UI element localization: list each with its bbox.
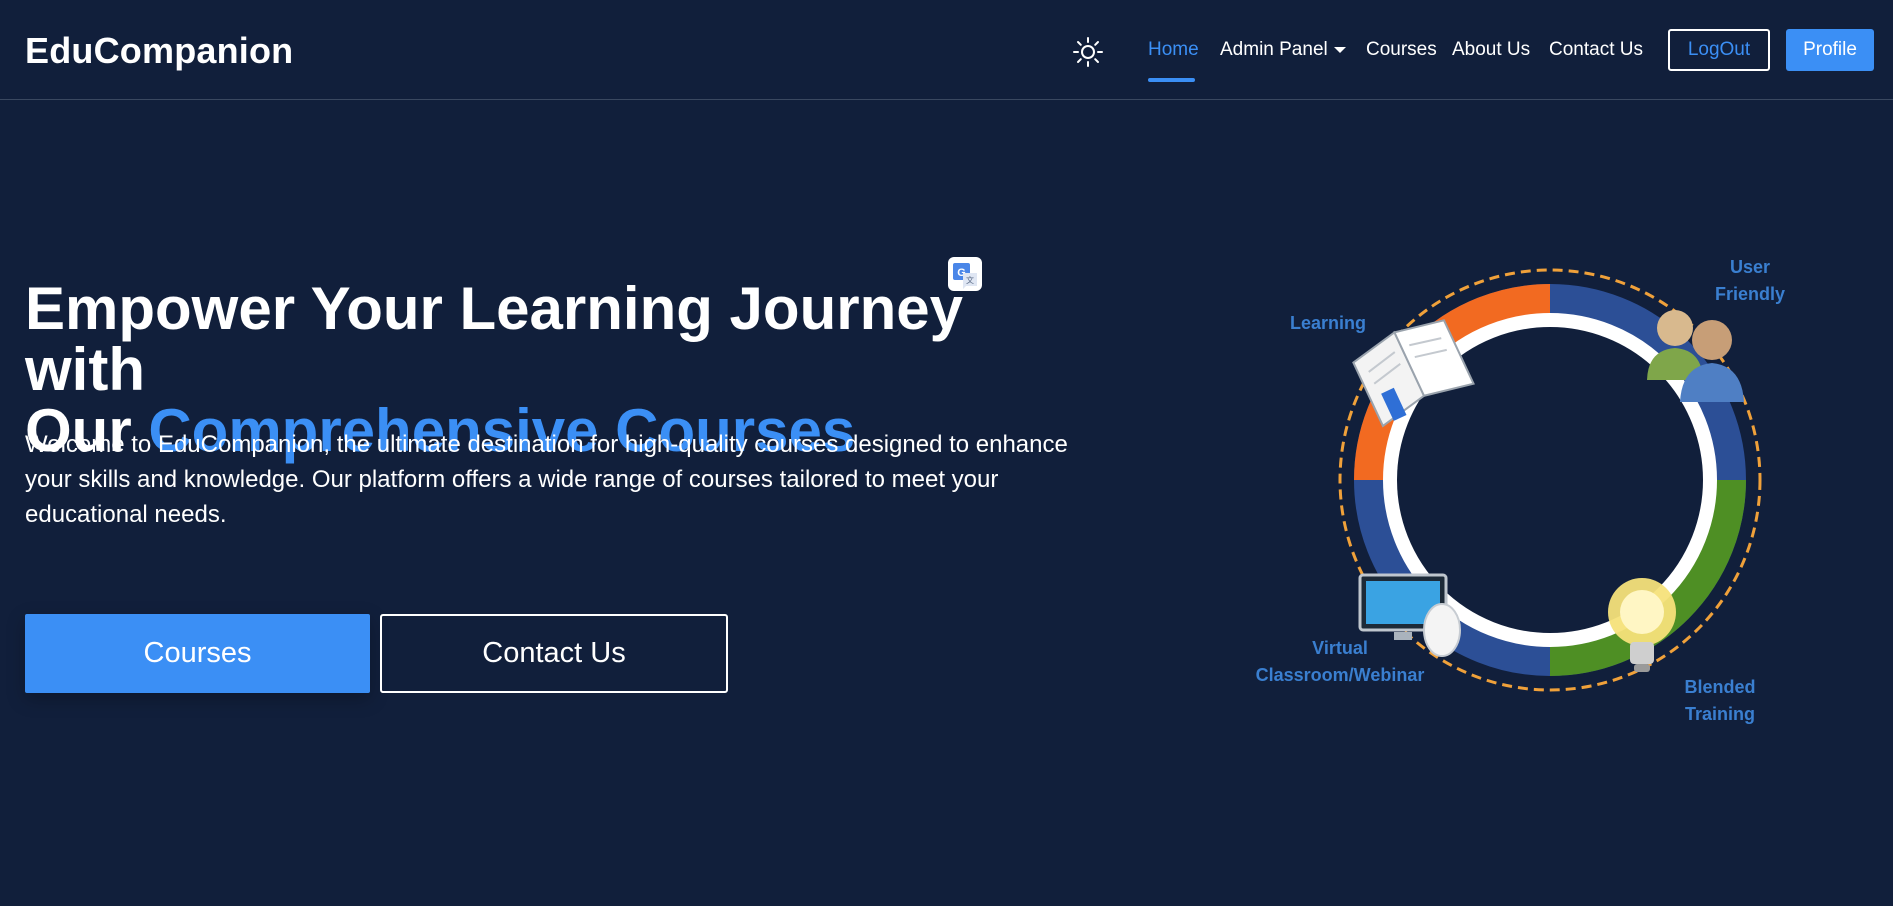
label-blended-training: Blended Training — [1675, 674, 1765, 728]
label-user-friendly-line2: Friendly — [1714, 284, 1785, 304]
label-virtual-classroom: Virtual Classroom/Webinar — [1250, 635, 1430, 689]
logout-button[interactable]: LogOut — [1668, 29, 1770, 71]
label-virtual-line2: Classroom/Webinar — [1255, 665, 1425, 685]
learning-cycle-illustration: Learning User Friendly Virtual Classroom… — [1256, 250, 1800, 740]
nav-about-us[interactable]: About Us — [1452, 38, 1530, 62]
nav-contact-us[interactable]: Contact Us — [1549, 38, 1643, 62]
sun-icon[interactable] — [1072, 36, 1104, 68]
nav-active-indicator — [1148, 78, 1195, 82]
label-blended-line1: Blended — [1684, 677, 1756, 697]
profile-button[interactable]: Profile — [1786, 29, 1874, 71]
label-blended-line2: Training — [1684, 704, 1755, 724]
svg-text:文: 文 — [966, 275, 974, 285]
nav-courses[interactable]: Courses — [1366, 38, 1437, 62]
brand-logo[interactable]: EduCompanion — [25, 30, 293, 72]
nav-admin-panel[interactable]: Admin Panel — [1220, 38, 1346, 62]
nav-home[interactable]: Home — [1148, 38, 1199, 62]
label-learning: Learning — [1290, 313, 1367, 333]
hero-title-line1: Empower Your Learning Journey with — [25, 275, 963, 403]
label-user-friendly-line1: User — [1729, 257, 1771, 277]
hero-description: Welcome to EduCompanion, the ultimate de… — [25, 431, 1068, 528]
label-user-friendly: User Friendly — [1700, 254, 1800, 308]
top-navbar: EduCompanion Home Admin Panel Courses Ab… — [0, 0, 1893, 100]
caret-down-icon — [1333, 46, 1346, 53]
label-virtual-line1: Virtual — [1312, 638, 1368, 658]
nav-admin-panel-label: Admin Panel — [1220, 39, 1328, 60]
contact-us-button[interactable]: Contact Us — [380, 614, 728, 693]
courses-button[interactable]: Courses — [25, 614, 370, 693]
translate-icon[interactable]: G 文 — [948, 257, 982, 291]
